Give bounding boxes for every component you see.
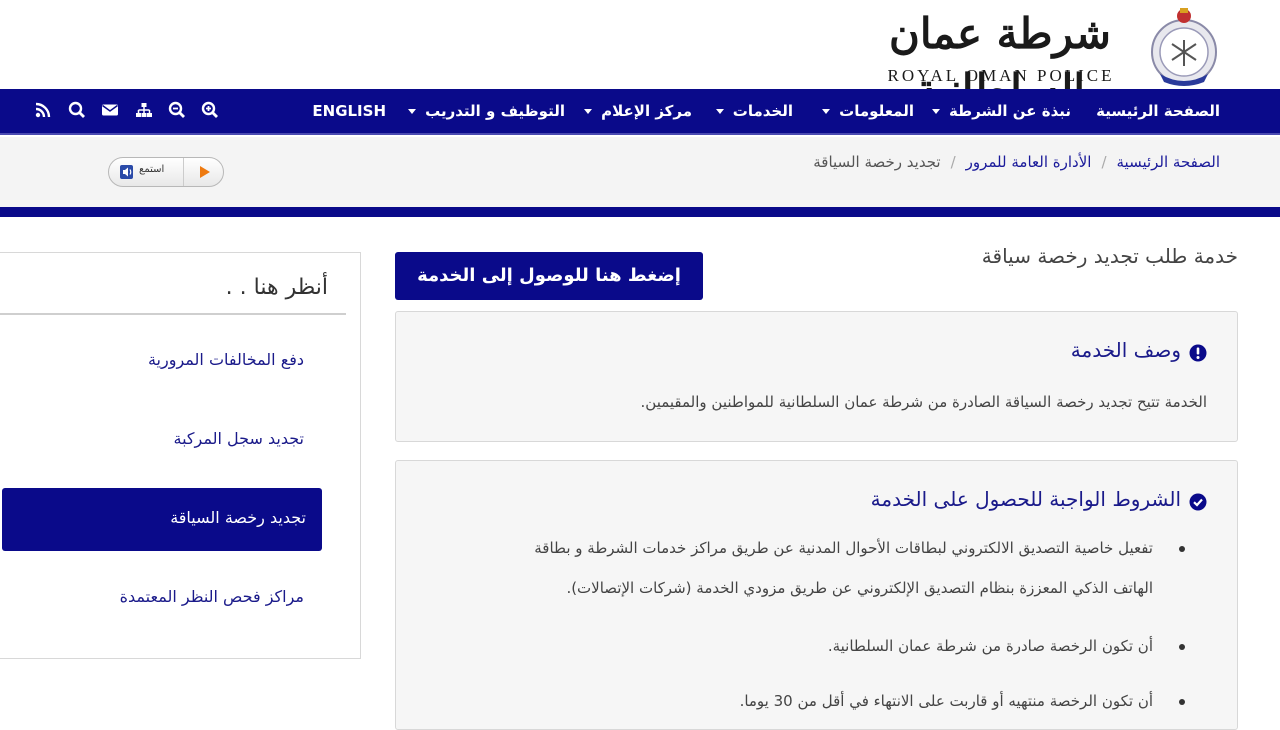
sidebar-divider xyxy=(0,313,346,315)
chevron-down-icon xyxy=(583,109,592,114)
bullet-dot xyxy=(1179,546,1185,552)
play-icon[interactable] xyxy=(183,158,223,186)
chevron-down-icon xyxy=(715,109,724,114)
description-title-text: وصف الخدمة xyxy=(1070,338,1181,362)
breadcrumb: الصفحة الرئيسية / الأدارة العامة للمرور / تج… xyxy=(813,153,1220,173)
divider-bar xyxy=(0,207,1280,217)
sidebar-active-label: تجديد رخصة السياقة xyxy=(170,508,306,527)
service-conditions-panel: الشروط الواجبة للحصول على الخدمة تفعيل خ… xyxy=(395,460,1238,730)
breadcrumb-current: تجديد رخصة السياقة xyxy=(813,153,941,171)
condition-item-1-line-1: تفعيل خاصية التصديق الالكتروني لبطاقات ا… xyxy=(534,539,1153,557)
rss-icon[interactable] xyxy=(34,101,52,119)
logo-arabic-text[interactable]: شرطة عمان السلطانية xyxy=(862,6,1138,114)
bullet-dot xyxy=(1179,644,1185,650)
nav-services[interactable]: الخدمات xyxy=(715,89,793,133)
nav-employment-training[interactable]: التوظيف و التدريب xyxy=(407,89,565,133)
breadcrumb-separator: / xyxy=(950,153,956,171)
police-emblem-icon[interactable] xyxy=(1142,4,1226,88)
bullet-dot xyxy=(1179,699,1185,705)
sidebar-heading: أنظر هنا . . xyxy=(225,275,328,300)
info-circle-icon xyxy=(1189,343,1207,361)
zoom-in-icon[interactable] xyxy=(201,101,219,119)
breadcrumb-traffic-directorate[interactable]: الأدارة العامة للمرور xyxy=(966,153,1092,171)
condition-item-1-line-2: الهاتف الذكي المعززة بنظام التصديق الإلك… xyxy=(566,579,1153,597)
nav-media-center[interactable]: مركز الإعلام xyxy=(583,89,692,133)
page-title: خدمة طلب تجديد رخصة سياقة xyxy=(981,244,1238,268)
sidebar-link-renew-vehicle-registration[interactable]: تجديد سجل المركبة xyxy=(174,429,304,448)
chevron-down-icon xyxy=(821,109,830,114)
breadcrumb-separator: / xyxy=(1101,153,1107,171)
sitemap-icon[interactable] xyxy=(135,101,153,119)
chevron-down-icon xyxy=(407,109,416,114)
sidebar-link-renew-driving-license[interactable]: تجديد رخصة السياقة xyxy=(2,488,322,551)
breadcrumb-home[interactable]: الصفحة الرئيسية xyxy=(1117,153,1221,171)
search-icon[interactable] xyxy=(68,101,86,119)
check-circle-icon xyxy=(1189,492,1207,510)
mail-icon[interactable] xyxy=(101,101,119,119)
speaker-icon xyxy=(119,163,137,181)
nav-about-police[interactable]: نبذة عن الشرطة xyxy=(931,89,1071,133)
conditions-title: الشروط الواجبة للحصول على الخدمة xyxy=(871,487,1207,511)
condition-item-3: أن تكون الرخصة منتهيه أو قاربت على الانت… xyxy=(739,692,1153,710)
listen-button[interactable]: استمع xyxy=(108,157,224,187)
nav-english[interactable]: ENGLISH xyxy=(312,89,386,133)
conditions-title-text: الشروط الواجبة للحصول على الخدمة xyxy=(870,487,1181,511)
chevron-down-icon xyxy=(931,109,940,114)
service-description-panel: وصف الخدمة الخدمة تتيح تجديد رخصة السياق… xyxy=(395,311,1238,442)
sidebar-link-eye-test-centers[interactable]: مراكز فحص النظر المعتمدة xyxy=(120,587,304,606)
logo-english-text[interactable]: ROYAL OMAN POLICE xyxy=(864,66,1138,86)
nav-information[interactable]: المعلومات xyxy=(821,89,914,133)
site-header: شرطة عمان السلطانية ROYAL OMAN POLICE xyxy=(0,0,1280,114)
listen-label: استمع xyxy=(139,164,165,175)
nav-home[interactable]: الصفحة الرئيسية xyxy=(1096,89,1220,133)
breadcrumb-bar: الصفحة الرئيسية / الأدارة العامة للمرور / تج… xyxy=(0,137,1280,207)
description-text: الخدمة تتيح تجديد رخصة السياقة الصادرة م… xyxy=(640,393,1207,411)
zoom-out-icon[interactable] xyxy=(168,101,186,119)
access-service-button[interactable]: إضغط هنا للوصول إلى الخدمة xyxy=(395,252,703,300)
description-title: وصف الخدمة xyxy=(1071,338,1207,362)
main-navbar: الصفحة الرئيسية نبذة عن الشرطة المعلومات… xyxy=(0,89,1280,135)
see-also-sidebar: أنظر هنا . . دفع المخالفات المرورية تجدي… xyxy=(0,252,361,659)
sidebar-link-pay-fines[interactable]: دفع المخالفات المرورية xyxy=(148,350,304,369)
condition-item-2: أن تكون الرخصة صادرة من شرطة عمان السلطا… xyxy=(827,637,1153,655)
